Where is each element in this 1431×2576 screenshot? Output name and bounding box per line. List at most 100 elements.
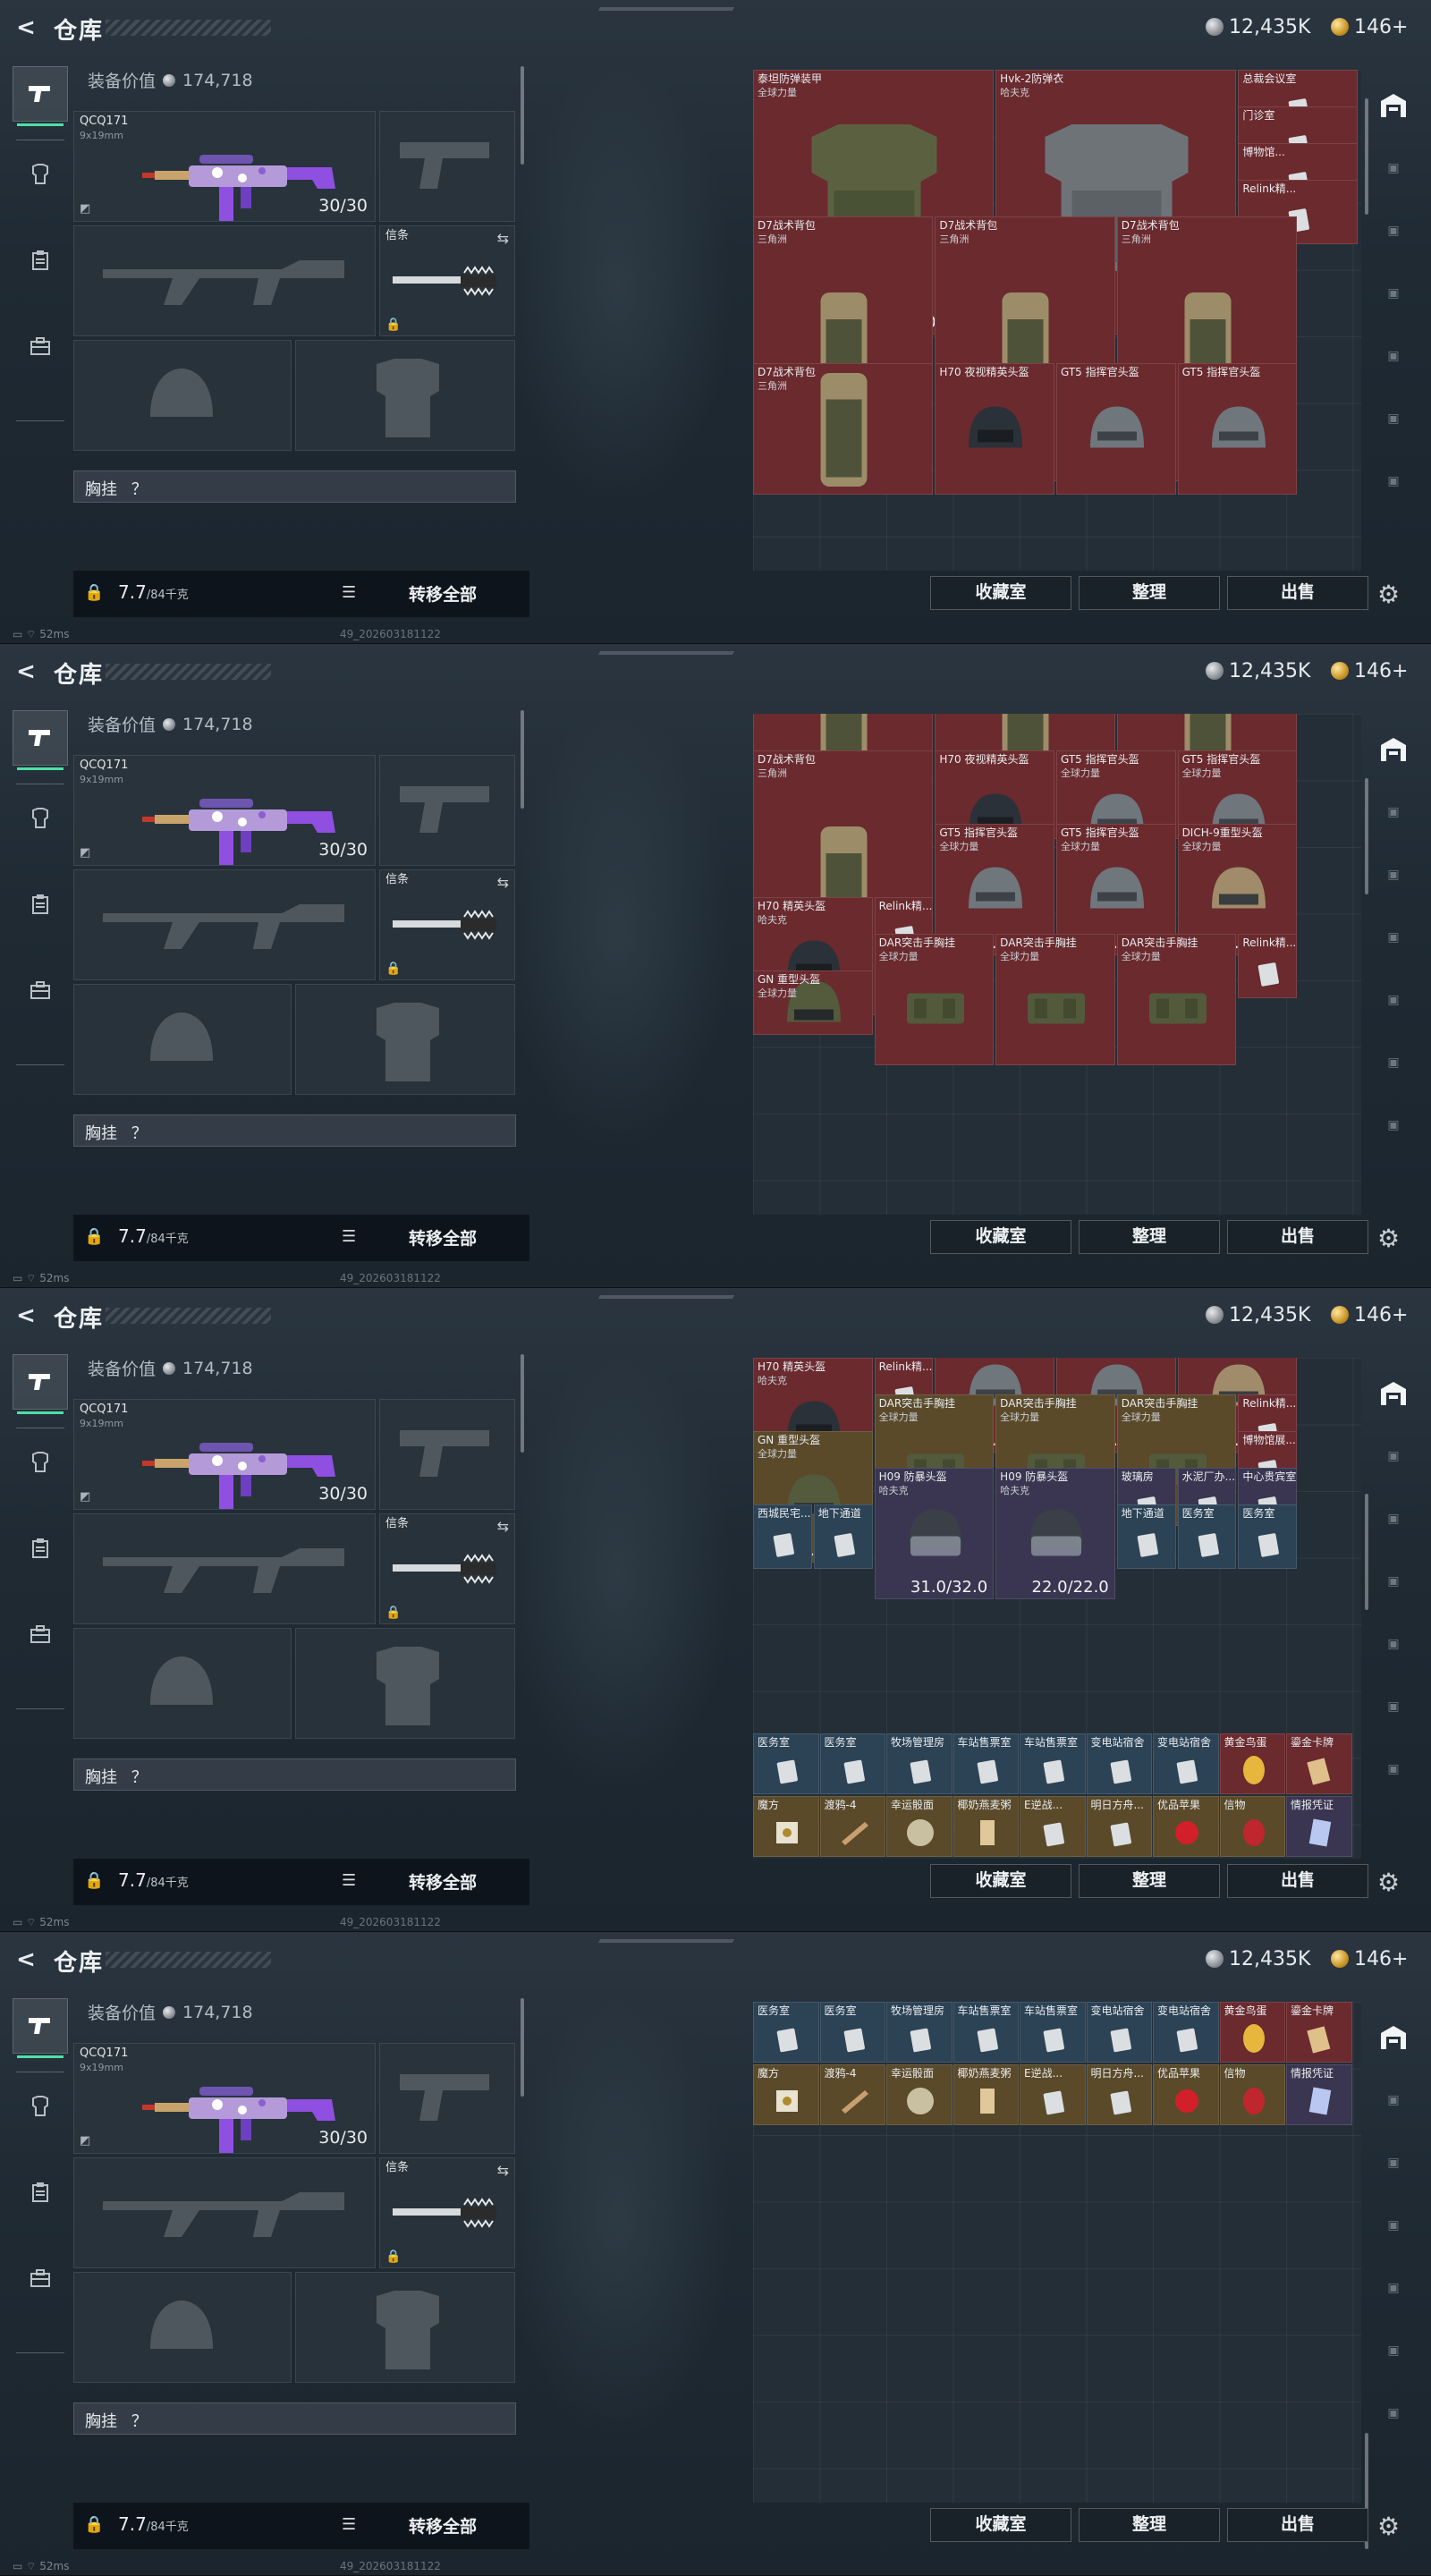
warehouse-grid[interactable]: H70 精英头盔哈夫克55.0/55.0Relink精...58.0/58.05… [753,1358,1361,1859]
tab-4[interactable]: ▣ [1368,1556,1418,1606]
nav-armor-tab[interactable] [13,791,68,846]
warehouse-item[interactable]: 医务室 [1177,1504,1237,1570]
warehouse-item-small[interactable]: 渡鸦-4 [819,2064,885,2125]
tab-2[interactable]: ▣ [1368,787,1418,837]
tab-7[interactable]: ▣ [1368,456,1418,506]
warehouse-item-small[interactable]: 医务室 [819,1733,885,1794]
warehouse-item-small[interactable]: 渡鸦-4 [819,1796,885,1857]
collection-button[interactable]: 收藏室 [930,2508,1071,2542]
nav-weapons-tab[interactable] [13,66,68,126]
primary-weapon-slot[interactable]: QCQ171 9x19mm ◩ 30/30 [73,755,376,866]
warehouse-item[interactable]: GT5 指挥官头盔 [1055,362,1176,495]
sell-button[interactable]: 出售 [1227,1220,1368,1254]
helmet-slot[interactable] [73,2272,292,2383]
tab-6[interactable]: ▣ [1368,394,1418,444]
swap-icon[interactable]: ⇆ [497,230,509,247]
armor-slot[interactable] [295,2272,515,2383]
tab-5[interactable]: ▣ [1368,975,1418,1025]
tab-6[interactable]: ▣ [1368,2326,1418,2376]
sell-button[interactable]: 出售 [1227,2508,1368,2542]
primary-weapon-slot[interactable]: QCQ171 9x19mm ◩ 30/30 [73,2043,376,2154]
warehouse-item[interactable]: H70 夜视精英头盔 [935,362,1054,495]
back-button[interactable]: < [13,658,39,685]
warehouse-item-small[interactable]: 变电站宿舍 [1153,1733,1219,1794]
loadout-scrollbar[interactable] [521,66,524,165]
tab-3[interactable]: ▣ [1368,206,1418,256]
swap-icon[interactable]: ⇆ [497,874,509,891]
nav-weapons-tab[interactable] [13,1998,68,2058]
warehouse-item-small[interactable]: E逆战... [1020,1796,1086,1857]
warehouse-item[interactable]: D7战术背包 三角洲 [753,362,934,495]
tab-3[interactable]: ▣ [1368,2138,1418,2188]
tab-5[interactable]: ▣ [1368,2263,1418,2313]
nav-rig-tab[interactable] [13,2165,68,2220]
warehouse-item-small[interactable]: 车站售票室 [953,1733,1019,1794]
list-icon[interactable]: ☰ [342,1227,356,1246]
nav-weapons-tab[interactable] [13,1354,68,1414]
chest-rig-row[interactable]: 胸挂 ？ [73,2402,516,2435]
melee-slot[interactable]: 信条 ⇆ 🔒 [379,869,515,980]
back-button[interactable]: < [13,14,39,41]
armor-slot[interactable] [295,340,515,451]
tab-5[interactable]: ▣ [1368,331,1418,381]
transfer-all-button[interactable]: 转移全部 [409,581,477,606]
warehouse-item[interactable]: GT5 指挥官头盔 [1177,362,1298,495]
warehouse-item-small[interactable]: 椰奶燕麦粥 [953,2064,1019,2125]
secondary-weapon-slot[interactable] [73,2157,376,2268]
chest-rig-row[interactable]: 胸挂 ？ [73,470,516,503]
nav-backpack-tab[interactable] [13,318,68,374]
warehouse-item-small[interactable]: 幸运骰面 [886,2064,953,2125]
secondary-weapon-slot[interactable] [73,1513,376,1624]
settings-gear-icon[interactable]: ⚙ [1377,580,1400,609]
tab-5[interactable]: ▣ [1368,1619,1418,1669]
warehouse-item-small[interactable]: 情报凭证 [1286,2064,1352,2125]
warehouse-item-small[interactable]: 变电站宿舍 [1153,2002,1219,2063]
warehouse-item-small[interactable]: 车站售票室 [1020,1733,1086,1794]
settings-gear-icon[interactable]: ⚙ [1377,1224,1400,1253]
back-button[interactable]: < [13,1302,39,1329]
warehouse-item[interactable]: H09 防暴头盔 哈夫克 22.0/22.0 [995,1467,1115,1599]
back-button[interactable]: < [13,1946,39,1973]
collection-button[interactable]: 收藏室 [930,576,1071,610]
pistol-slot[interactable] [379,111,515,222]
list-icon[interactable]: ☰ [342,583,356,602]
nav-backpack-tab[interactable] [13,962,68,1018]
warehouse-item-small[interactable]: 幸运骰面 [886,1796,953,1857]
warehouse-item[interactable]: 西城民宅... [753,1504,812,1570]
sell-button[interactable]: 出售 [1227,1864,1368,1898]
nav-rig-tab[interactable] [13,877,68,932]
pistol-slot[interactable] [379,2043,515,2154]
warehouse-item[interactable]: GN 重型头盔 全球力量 [753,970,873,1036]
helmet-slot[interactable] [73,984,292,1095]
armor-slot[interactable] [295,984,515,1095]
sort-button[interactable]: 整理 [1079,576,1220,610]
loadout-scrollbar[interactable] [521,1354,524,1453]
helmet-slot[interactable] [73,340,292,451]
tab-7[interactable]: ▣ [1368,1744,1418,1794]
nav-armor-tab[interactable] [13,1435,68,1490]
warehouse-item-small[interactable]: 医务室 [753,1733,819,1794]
tab-3[interactable]: ▣ [1368,1494,1418,1544]
pistol-slot[interactable] [379,755,515,866]
warehouse-item[interactable]: DAR突击手胸挂 全球力量 [1116,933,1237,1065]
warehouse-item[interactable]: 地下通道 [1116,1504,1176,1570]
tab-all[interactable] [1368,724,1418,775]
tab-all[interactable] [1368,2012,1418,2063]
warehouse-item-small[interactable]: 明日方舟... [1086,1796,1152,1857]
tab-6[interactable]: ▣ [1368,1682,1418,1732]
tab-4[interactable]: ▣ [1368,912,1418,962]
warehouse-item-small[interactable]: 牧场管理房 [886,2002,953,2063]
warehouse-item-small[interactable]: 黄金鸟蛋 [1219,2002,1285,2063]
warehouse-item-small[interactable]: 变电站宿舍 [1086,1733,1152,1794]
chest-rig-row[interactable]: 胸挂 ？ [73,1758,516,1791]
collection-button[interactable]: 收藏室 [930,1220,1071,1254]
tab-2[interactable]: ▣ [1368,1431,1418,1481]
warehouse-item-small[interactable]: 椰奶燕麦粥 [953,1796,1019,1857]
warehouse-item-small[interactable]: 医务室 [753,2002,819,2063]
warehouse-item-small[interactable]: 鎏金卡牌 [1286,1733,1352,1794]
chest-rig-row[interactable]: 胸挂 ？ [73,1114,516,1147]
swap-icon[interactable]: ⇆ [497,1518,509,1535]
loadout-scrollbar[interactable] [521,1998,524,2097]
nav-rig-tab[interactable] [13,1521,68,1576]
settings-gear-icon[interactable]: ⚙ [1377,2512,1400,2541]
